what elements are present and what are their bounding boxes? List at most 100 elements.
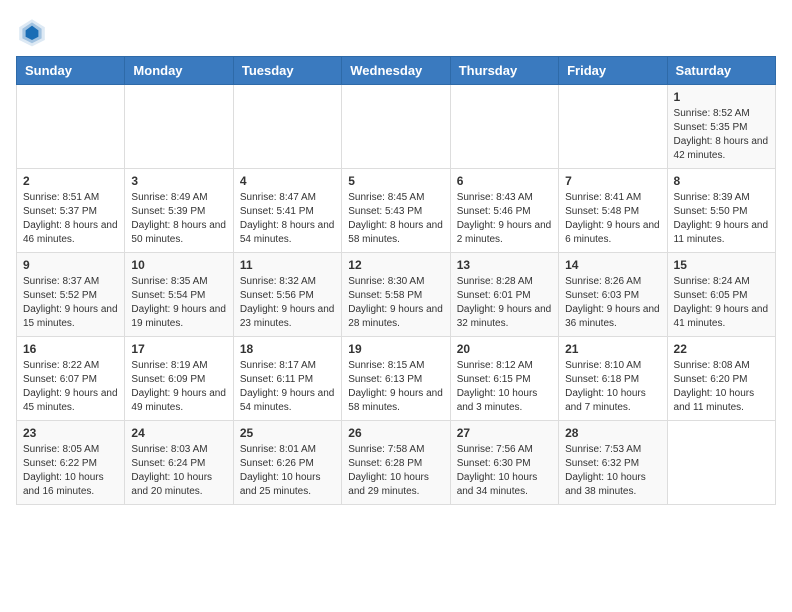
day-detail: Sunrise: 8:28 AM Sunset: 6:01 PM Dayligh… [457,275,552,331]
calendar-day-cell: 14 Sunrise: 8:26 AM Sunset: 6:03 PM Dayli… [559,253,667,337]
calendar-day-cell [450,85,558,169]
calendar-day-cell: 20 Sunrise: 8:12 AM Sunset: 6:15 PM Dayli… [450,337,558,421]
calendar-day-cell: 22 Sunrise: 8:08 AM Sunset: 6:20 PM Dayli… [667,337,775,421]
day-number: 7 [565,174,660,188]
day-detail: Sunrise: 8:26 AM Sunset: 6:03 PM Dayligh… [565,275,660,331]
weekday-header: Friday [559,57,667,85]
day-number: 26 [348,426,443,440]
calendar-day-cell: 23Sunrise: 8:05 AM Sunset: 6:22 PM Dayli… [17,421,125,505]
day-detail: Sunrise: 8:17 AM Sunset: 6:11 PM Dayligh… [240,359,335,415]
calendar-day-cell: 6 Sunrise: 8:43 AM Sunset: 5:46 PM Daylig… [450,169,558,253]
day-detail: Sunrise: 8:43 AM Sunset: 5:46 PM Dayligh… [457,191,552,247]
logo-icon [16,16,48,48]
day-number: 1 [674,90,769,104]
calendar-day-cell: 2Sunrise: 8:51 AM Sunset: 5:37 PM Daylig… [17,169,125,253]
day-detail: Sunrise: 8:15 AM Sunset: 6:13 PM Dayligh… [348,359,443,415]
day-number: 16 [23,342,118,356]
day-detail: Sunrise: 8:01 AM Sunset: 6:26 PM Dayligh… [240,443,335,499]
calendar-week-row: 2Sunrise: 8:51 AM Sunset: 5:37 PM Daylig… [17,169,776,253]
day-number: 24 [131,426,226,440]
calendar-day-cell: 7 Sunrise: 8:41 AM Sunset: 5:48 PM Daylig… [559,169,667,253]
day-number: 21 [565,342,660,356]
day-number: 15 [674,258,769,272]
day-number: 28 [565,426,660,440]
calendar-day-cell [125,85,233,169]
day-number: 18 [240,342,335,356]
day-detail: Sunrise: 8:19 AM Sunset: 6:09 PM Dayligh… [131,359,226,415]
calendar-day-cell: 16 Sunrise: 8:22 AM Sunset: 6:07 PM Dayli… [17,337,125,421]
day-detail: Sunrise: 8:52 AM Sunset: 5:35 PM Dayligh… [674,107,769,163]
calendar-day-cell: 5 Sunrise: 8:45 AM Sunset: 5:43 PM Daylig… [342,169,450,253]
calendar-week-row: 1 Sunrise: 8:52 AM Sunset: 5:35 PM Daylig… [17,85,776,169]
day-number: 11 [240,258,335,272]
weekday-header: Saturday [667,57,775,85]
calendar-week-row: 23Sunrise: 8:05 AM Sunset: 6:22 PM Dayli… [17,421,776,505]
day-detail: Sunrise: 8:32 AM Sunset: 5:56 PM Dayligh… [240,275,335,331]
calendar-day-cell: 17 Sunrise: 8:19 AM Sunset: 6:09 PM Dayli… [125,337,233,421]
day-number: 25 [240,426,335,440]
day-detail: Sunrise: 8:24 AM Sunset: 6:05 PM Dayligh… [674,275,769,331]
calendar-week-row: 9Sunrise: 8:37 AM Sunset: 5:52 PM Daylig… [17,253,776,337]
day-number: 3 [131,174,226,188]
day-number: 12 [348,258,443,272]
day-detail: Sunrise: 8:49 AM Sunset: 5:39 PM Dayligh… [131,191,226,247]
day-number: 19 [348,342,443,356]
calendar-day-cell [17,85,125,169]
day-detail: Sunrise: 8:45 AM Sunset: 5:43 PM Dayligh… [348,191,443,247]
calendar-day-cell [233,85,341,169]
day-number: 6 [457,174,552,188]
day-number: 10 [131,258,226,272]
day-detail: Sunrise: 8:51 AM Sunset: 5:37 PM Dayligh… [23,191,118,247]
weekday-header: Wednesday [342,57,450,85]
day-detail: Sunrise: 7:56 AM Sunset: 6:30 PM Dayligh… [457,443,552,499]
calendar-day-cell: 10 Sunrise: 8:35 AM Sunset: 5:54 PM Dayli… [125,253,233,337]
weekday-header: Monday [125,57,233,85]
calendar-day-cell: 8 Sunrise: 8:39 AM Sunset: 5:50 PM Daylig… [667,169,775,253]
calendar-day-cell: 13 Sunrise: 8:28 AM Sunset: 6:01 PM Dayli… [450,253,558,337]
logo [16,16,52,48]
calendar-day-cell [559,85,667,169]
day-detail: Sunrise: 8:41 AM Sunset: 5:48 PM Dayligh… [565,191,660,247]
day-detail: Sunrise: 8:10 AM Sunset: 6:18 PM Dayligh… [565,359,660,415]
calendar-day-cell: 19 Sunrise: 8:15 AM Sunset: 6:13 PM Dayli… [342,337,450,421]
calendar-header-row: SundayMondayTuesdayWednesdayThursdayFrid… [17,57,776,85]
calendar-day-cell: 25 Sunrise: 8:01 AM Sunset: 6:26 PM Dayli… [233,421,341,505]
day-detail: Sunrise: 8:39 AM Sunset: 5:50 PM Dayligh… [674,191,769,247]
calendar-day-cell [667,421,775,505]
calendar-day-cell: 15 Sunrise: 8:24 AM Sunset: 6:05 PM Dayli… [667,253,775,337]
calendar-day-cell: 11 Sunrise: 8:32 AM Sunset: 5:56 PM Dayli… [233,253,341,337]
day-detail: Sunrise: 8:47 AM Sunset: 5:41 PM Dayligh… [240,191,335,247]
calendar-day-cell: 18 Sunrise: 8:17 AM Sunset: 6:11 PM Dayli… [233,337,341,421]
page-header [16,16,776,48]
day-number: 5 [348,174,443,188]
calendar-day-cell: 1 Sunrise: 8:52 AM Sunset: 5:35 PM Daylig… [667,85,775,169]
weekday-header: Tuesday [233,57,341,85]
day-number: 23 [23,426,118,440]
day-detail: Sunrise: 8:30 AM Sunset: 5:58 PM Dayligh… [348,275,443,331]
calendar-day-cell [342,85,450,169]
day-number: 17 [131,342,226,356]
day-detail: Sunrise: 7:53 AM Sunset: 6:32 PM Dayligh… [565,443,660,499]
weekday-header: Sunday [17,57,125,85]
weekday-header: Thursday [450,57,558,85]
calendar-day-cell: 27 Sunrise: 7:56 AM Sunset: 6:30 PM Dayli… [450,421,558,505]
day-number: 13 [457,258,552,272]
day-number: 22 [674,342,769,356]
calendar-day-cell: 24 Sunrise: 8:03 AM Sunset: 6:24 PM Dayli… [125,421,233,505]
day-detail: Sunrise: 8:08 AM Sunset: 6:20 PM Dayligh… [674,359,769,415]
calendar-day-cell: 26Sunrise: 7:58 AM Sunset: 6:28 PM Dayli… [342,421,450,505]
day-number: 8 [674,174,769,188]
calendar-day-cell: 12 Sunrise: 8:30 AM Sunset: 5:58 PM Dayli… [342,253,450,337]
calendar-day-cell: 28 Sunrise: 7:53 AM Sunset: 6:32 PM Dayli… [559,421,667,505]
day-detail: Sunrise: 8:22 AM Sunset: 6:07 PM Dayligh… [23,359,118,415]
day-number: 27 [457,426,552,440]
day-detail: Sunrise: 8:03 AM Sunset: 6:24 PM Dayligh… [131,443,226,499]
calendar-week-row: 16 Sunrise: 8:22 AM Sunset: 6:07 PM Dayli… [17,337,776,421]
day-detail: Sunrise: 8:12 AM Sunset: 6:15 PM Dayligh… [457,359,552,415]
day-detail: Sunrise: 8:35 AM Sunset: 5:54 PM Dayligh… [131,275,226,331]
calendar-day-cell: 21 Sunrise: 8:10 AM Sunset: 6:18 PM Dayli… [559,337,667,421]
calendar-day-cell: 4Sunrise: 8:47 AM Sunset: 5:41 PM Daylig… [233,169,341,253]
calendar-day-cell: 9Sunrise: 8:37 AM Sunset: 5:52 PM Daylig… [17,253,125,337]
day-number: 20 [457,342,552,356]
day-number: 14 [565,258,660,272]
